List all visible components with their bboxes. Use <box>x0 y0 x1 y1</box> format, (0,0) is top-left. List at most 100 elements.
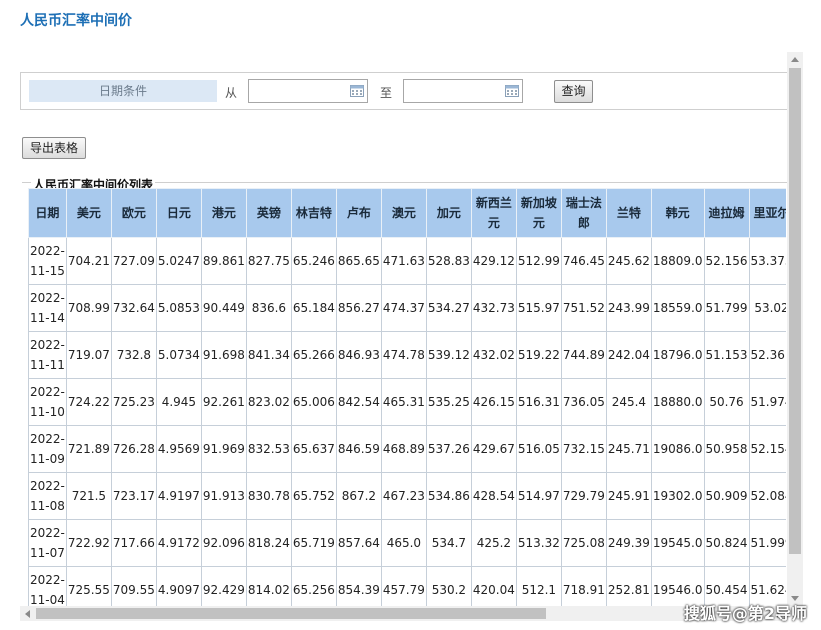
rate-cell: 732.64 <box>110 284 157 332</box>
table-row: 2022-11-14 708.99 732.64 5.0853 90.449 836.6 6… <box>28 284 786 332</box>
rate-cell: 832.53 <box>245 425 292 473</box>
rate-cell: 474.78 <box>380 331 427 379</box>
to-date-field[interactable] <box>403 79 523 103</box>
date-cell: 2022-11-08 <box>28 472 67 520</box>
rate-cell: 19302.0 <box>650 472 705 520</box>
rate-cell: 51.999 <box>748 519 786 567</box>
to-date-input[interactable] <box>406 81 506 103</box>
column-header: 港元 <box>200 188 247 238</box>
date-cell: 2022-11-07 <box>28 519 67 567</box>
rate-cell: 428.54 <box>470 472 517 520</box>
column-header: 美元 <box>65 188 112 238</box>
table-body: 2022-11-15 704.21 727.09 5.0247 89.861 827.75… <box>28 237 786 606</box>
horizontal-scroll-thumb[interactable] <box>36 608 546 619</box>
rate-cell: 708.99 <box>65 284 112 332</box>
rate-cell: 751.52 <box>560 284 607 332</box>
rate-cell: 535.25 <box>425 378 472 426</box>
rate-cell: 432.02 <box>470 331 517 379</box>
rate-cell: 519.22 <box>515 331 562 379</box>
rate-cell: 726.28 <box>110 425 157 473</box>
date-cell: 2022-11-04 <box>28 566 67 606</box>
rate-cell: 426.15 <box>470 378 517 426</box>
vertical-scroll-thumb[interactable] <box>789 68 801 554</box>
rate-cell: 91.969 <box>200 425 247 473</box>
rate-cell: 243.99 <box>605 284 652 332</box>
rate-cell: 429.12 <box>470 237 517 285</box>
column-header: 卢布 <box>335 188 382 238</box>
rate-cell: 534.27 <box>425 284 472 332</box>
filter-panel: 日期条件 从 至 查询 <box>20 72 788 110</box>
rate-cell: 534.86 <box>425 472 472 520</box>
column-header: 林吉特 <box>290 188 337 238</box>
scroll-up-icon[interactable] <box>791 57 799 62</box>
rate-cell: 528.83 <box>425 237 472 285</box>
rate-cell: 89.861 <box>200 237 247 285</box>
rate-cell: 836.6 <box>245 284 292 332</box>
rate-cell: 245.4 <box>605 378 652 426</box>
rate-cell: 432.73 <box>470 284 517 332</box>
rate-cell: 516.05 <box>515 425 562 473</box>
rate-cell: 814.02 <box>245 566 292 606</box>
rate-cell: 65.719 <box>290 519 337 567</box>
rate-cell: 429.67 <box>470 425 517 473</box>
column-header: 日元 <box>155 188 202 238</box>
rate-cell: 704.21 <box>65 237 112 285</box>
rate-cell: 65.184 <box>290 284 337 332</box>
rate-cell: 512.1 <box>515 566 562 606</box>
table-row: 2022-11-15 704.21 727.09 5.0247 89.861 827.75… <box>28 237 786 285</box>
rate-cell: 467.23 <box>380 472 427 520</box>
query-button[interactable]: 查询 <box>554 80 593 103</box>
rate-cell: 4.9569 <box>155 425 202 473</box>
rate-cell: 512.99 <box>515 237 562 285</box>
rate-cell: 729.79 <box>560 472 607 520</box>
rate-cell: 539.12 <box>425 331 472 379</box>
rate-cell: 727.09 <box>110 237 157 285</box>
table-row: 2022-11-07 722.92 717.66 4.9172 92.096 818.24… <box>28 519 786 567</box>
rate-cell: 830.78 <box>245 472 292 520</box>
rate-cell: 245.62 <box>605 237 652 285</box>
rate-cell: 857.64 <box>335 519 382 567</box>
rate-cell: 513.32 <box>515 519 562 567</box>
column-header: 日期 <box>28 188 67 238</box>
rate-cell: 457.79 <box>380 566 427 606</box>
rate-cell: 420.04 <box>470 566 517 606</box>
vertical-scrollbar[interactable] <box>787 52 803 606</box>
from-date-field[interactable] <box>248 79 368 103</box>
rate-cell: 91.698 <box>200 331 247 379</box>
rate-cell: 744.89 <box>560 331 607 379</box>
horizontal-scrollbar[interactable] <box>20 606 787 621</box>
from-date-input[interactable] <box>251 81 351 103</box>
rate-cell: 51.799 <box>703 284 750 332</box>
rate-cell: 465.31 <box>380 378 427 426</box>
calendar-icon[interactable] <box>505 84 519 97</box>
rate-cell: 865.65 <box>335 237 382 285</box>
rate-cell: 732.15 <box>560 425 607 473</box>
rate-cell: 474.37 <box>380 284 427 332</box>
rate-cell: 19545.0 <box>650 519 705 567</box>
rate-cell: 50.909 <box>703 472 750 520</box>
rate-table-container: 日期 美元 欧元 日元 港元 英镑 林吉特 卢布 澳元 加元 新西兰元 新加坡元… <box>28 188 786 606</box>
column-header: 新西兰元 <box>470 188 517 238</box>
rate-cell: 719.07 <box>65 331 112 379</box>
date-cell: 2022-11-14 <box>28 284 67 332</box>
calendar-icon[interactable] <box>350 84 364 97</box>
rate-cell: 4.9097 <box>155 566 202 606</box>
rate-cell: 252.81 <box>605 566 652 606</box>
watermark: 搜狐号@第2导师 <box>683 604 807 623</box>
rate-cell: 53.373 <box>748 237 786 285</box>
rate-cell: 51.153 <box>703 331 750 379</box>
export-table-button[interactable]: 导出表格 <box>22 137 86 159</box>
rate-cell: 530.2 <box>425 566 472 606</box>
rate-cell: 537.26 <box>425 425 472 473</box>
rate-cell: 18809.0 <box>650 237 705 285</box>
rate-cell: 50.76 <box>703 378 750 426</box>
page-title: 人民币汇率中间价 <box>20 13 132 29</box>
scroll-left-icon[interactable] <box>25 610 30 618</box>
rate-cell: 52.361 <box>748 331 786 379</box>
rate-cell: 725.23 <box>110 378 157 426</box>
rate-cell: 92.261 <box>200 378 247 426</box>
rate-cell: 827.75 <box>245 237 292 285</box>
rate-cell: 53.02 <box>748 284 786 332</box>
rate-cell: 5.0734 <box>155 331 202 379</box>
rate-cell: 725.08 <box>560 519 607 567</box>
